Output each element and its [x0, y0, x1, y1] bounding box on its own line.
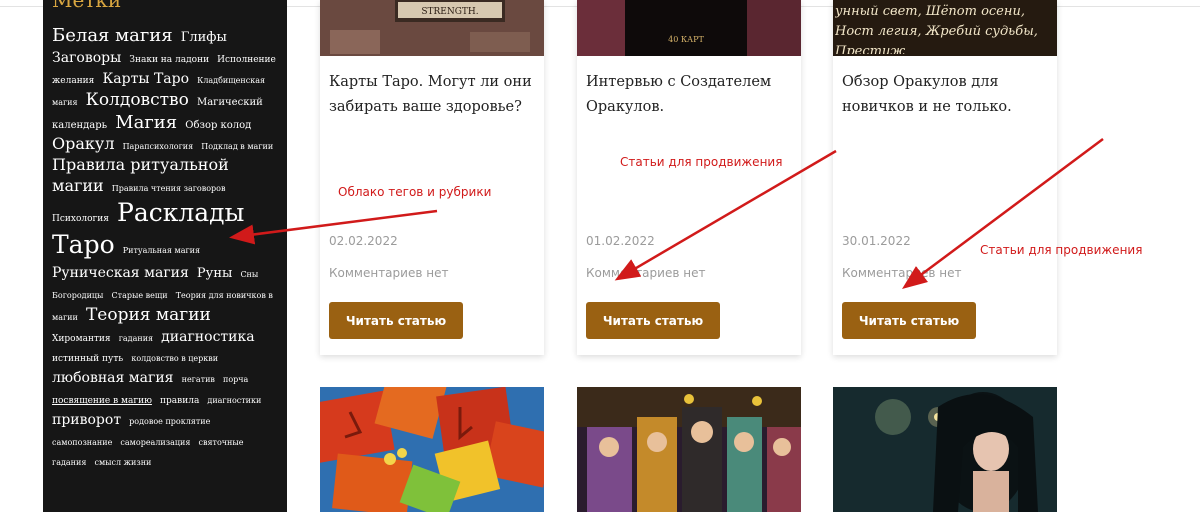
article-card-4-image[interactable] [320, 387, 544, 512]
tag-link[interactable]: Белая магия [52, 25, 173, 46]
tag-link[interactable]: Заговоры [52, 50, 121, 66]
annotation-promo-2: Статьи для продвижения [980, 243, 1143, 257]
tag-link[interactable]: Старые вещи [112, 291, 168, 300]
tag-link[interactable]: негатив [182, 375, 215, 384]
tag-cloud: Белая магия Глифы Заговоры Знаки на ладо… [52, 24, 280, 471]
tag-link[interactable]: Правила чтения заговоров [112, 184, 226, 193]
annotation-tag-cloud: Облако тегов и рубрики [338, 185, 492, 199]
tag-link[interactable]: истинный путь [52, 354, 123, 364]
tag-link[interactable]: смысл жизни [94, 458, 151, 467]
tag-link[interactable]: самореализация [120, 438, 190, 447]
tag-link[interactable]: диагностики [207, 396, 261, 405]
tag-link[interactable]: Парапсихология [123, 142, 194, 151]
card-title[interactable]: Обзор Оракулов для новичков и не только. [842, 70, 1052, 120]
card-image-text: 40 КАРТ [668, 35, 704, 44]
tag-link[interactable]: Оракул [52, 134, 114, 153]
tag-link[interactable]: самопознание [52, 438, 112, 447]
tag-link[interactable]: Руническая магия [52, 265, 189, 281]
card-date: 30.01.2022 [842, 234, 911, 248]
card-date: 01.02.2022 [586, 234, 655, 248]
tag-link[interactable]: Ритуальная магия [123, 246, 200, 255]
card-image-tarot[interactable]: STRENGTH. [320, 0, 544, 56]
article-card-1: STRENGTH. Карты Таро. Могут ли они забир… [320, 0, 544, 355]
tag-link[interactable]: Руны [197, 266, 232, 281]
tag-link[interactable]: диагностика [161, 329, 254, 345]
annotation-promo-1: Статьи для продвижения [620, 155, 783, 169]
card-image-text: STRENGTH. [421, 7, 478, 17]
tag-link[interactable]: Психология [52, 214, 109, 224]
tag-link[interactable]: правила [160, 396, 199, 406]
read-article-button[interactable]: Читать статью [842, 302, 976, 339]
tag-link[interactable]: посвящение в магию [52, 396, 152, 406]
tag-link[interactable]: гадания [119, 334, 153, 343]
card-title[interactable]: Интервью с Создателем Оракулов. [586, 70, 796, 120]
tag-link[interactable]: Знаки на ладони [129, 55, 209, 65]
card-comments[interactable]: Комментариев нет [842, 266, 961, 280]
article-card-2: 40 КАРТ Интервью с Создателем Оракулов. … [577, 0, 801, 355]
tag-link[interactable]: порча [223, 375, 248, 384]
tag-link[interactable]: Глифы [181, 30, 227, 45]
tag-link[interactable]: Магия [115, 112, 177, 133]
read-article-button[interactable]: Читать статью [329, 302, 463, 339]
tag-link[interactable]: родовое проклятие [129, 417, 210, 426]
tag-link[interactable]: Теория магии [86, 305, 211, 325]
card-title[interactable]: Карты Таро. Могут ли они забирать ваше з… [329, 70, 539, 120]
card-image-oracle[interactable]: 40 КАРТ [577, 0, 801, 56]
tag-link[interactable]: Карты Таро [102, 71, 189, 87]
sidebar-title: Метки [52, 0, 122, 12]
article-card-3: унный свет, Шёпот осени, Ност легия, Жре… [833, 0, 1057, 355]
read-article-button[interactable]: Читать статью [586, 302, 720, 339]
tag-link[interactable]: любовная магия [52, 370, 174, 386]
tag-link[interactable]: Подклад в магии [201, 142, 273, 151]
article-card-5-image[interactable] [577, 387, 801, 512]
article-card-6-image[interactable] [833, 387, 1057, 512]
tag-cloud-sidebar: Метки Белая магия Глифы Заговоры Знаки н… [43, 0, 287, 512]
card-comments[interactable]: Комментариев нет [586, 266, 705, 280]
tag-link[interactable]: Колдовство [86, 90, 189, 110]
card-image-text: унный свет, Шёпот осени, Ност легия, Жре… [835, 4, 1038, 54]
tag-link[interactable]: Обзор колод [185, 120, 251, 131]
card-image-oracles-review[interactable]: унный свет, Шёпот осени, Ност легия, Жре… [833, 0, 1057, 56]
card-comments[interactable]: Комментариев нет [329, 266, 448, 280]
tag-link[interactable]: колдовство в церкви [131, 354, 218, 363]
tag-link[interactable]: Хиромантия [52, 334, 111, 344]
card-date: 02.02.2022 [329, 234, 398, 248]
tag-link[interactable]: приворот [52, 412, 121, 428]
